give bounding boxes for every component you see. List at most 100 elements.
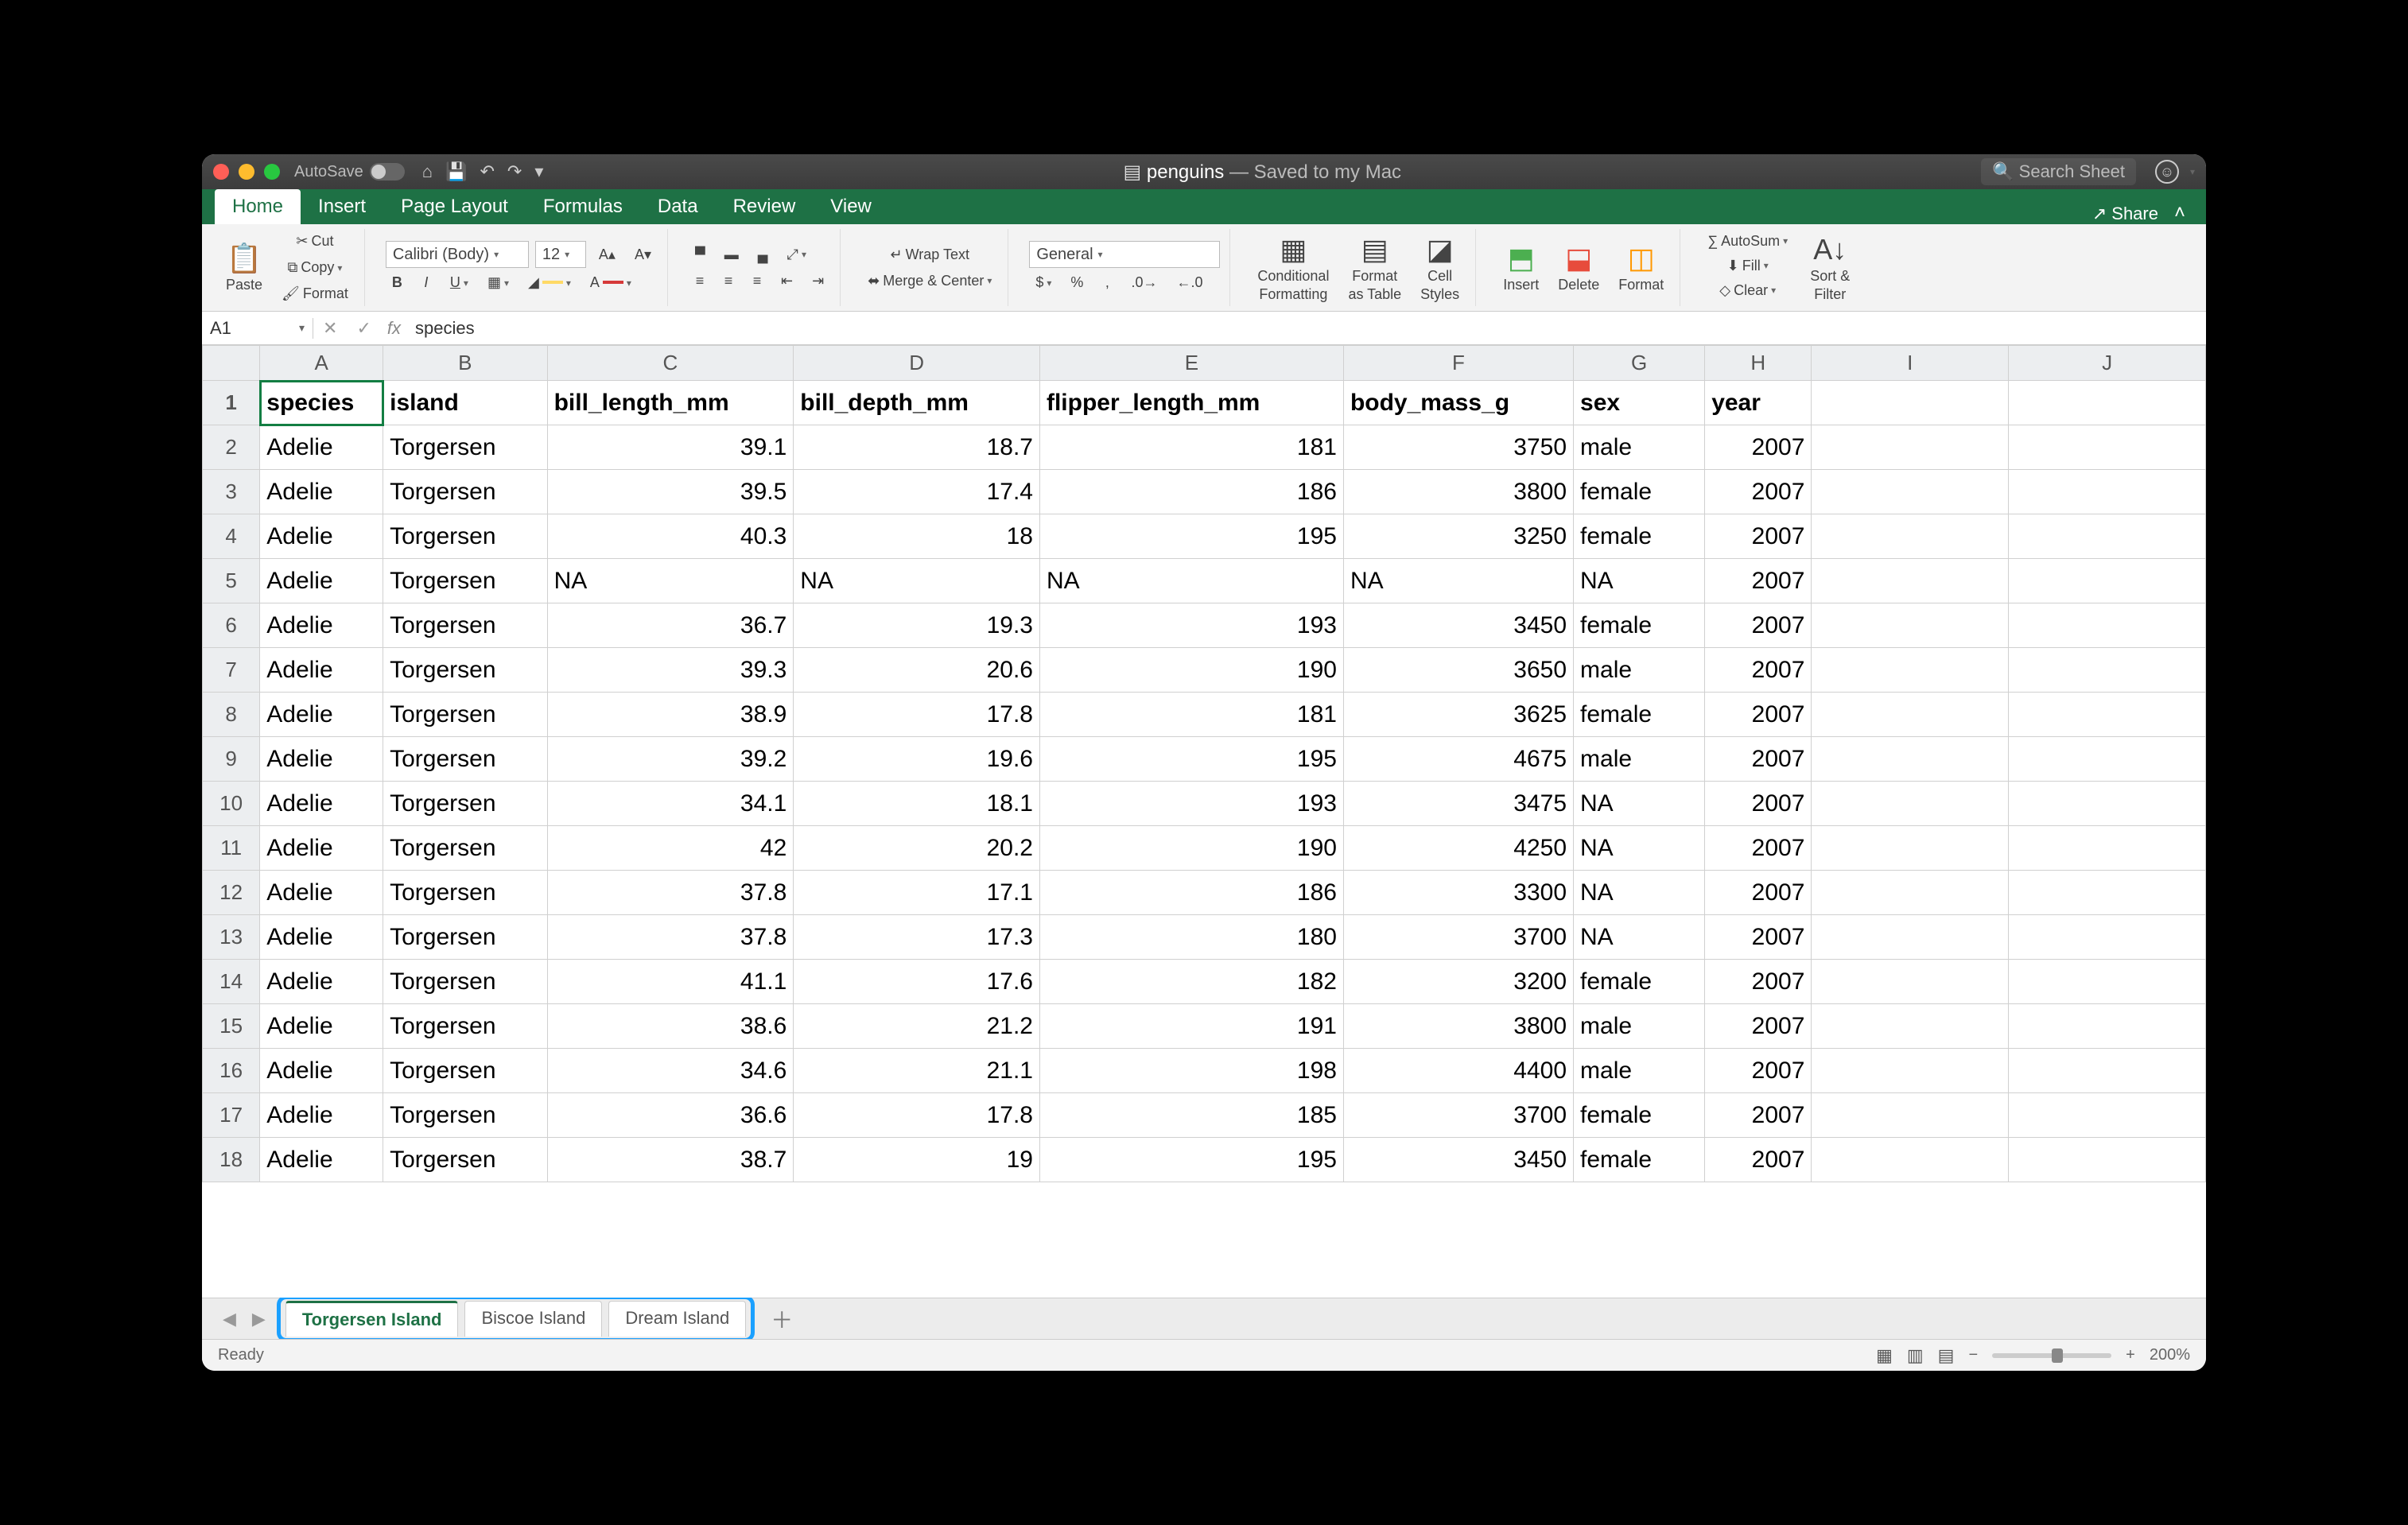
cell[interactable]: 2007 xyxy=(1705,782,1812,826)
column-header-B[interactable]: B xyxy=(383,346,547,381)
cell[interactable]: female xyxy=(1574,514,1705,559)
cell[interactable] xyxy=(1812,1138,2009,1182)
cell[interactable]: 181 xyxy=(1039,693,1343,737)
column-header-J[interactable]: J xyxy=(2009,346,2206,381)
cell[interactable]: 18.7 xyxy=(794,425,1040,470)
close-icon[interactable] xyxy=(213,164,229,180)
italic-button[interactable]: I xyxy=(415,271,437,294)
cell[interactable] xyxy=(2009,470,2206,514)
cell[interactable]: 2007 xyxy=(1705,648,1812,693)
cell[interactable]: 2007 xyxy=(1705,559,1812,603)
increase-font-button[interactable]: A▴ xyxy=(592,243,622,266)
cell[interactable] xyxy=(2009,693,2206,737)
cell[interactable]: female xyxy=(1574,1138,1705,1182)
cell[interactable]: 2007 xyxy=(1705,1093,1812,1138)
normal-view-icon[interactable]: ▦ xyxy=(1876,1345,1893,1366)
ribbon-tab-formulas[interactable]: Formulas xyxy=(526,189,640,224)
cell[interactable]: 2007 xyxy=(1705,1138,1812,1182)
cell[interactable] xyxy=(2009,603,2206,648)
sheet-tab-biscoe-island[interactable]: Biscoe Island xyxy=(464,1301,602,1337)
cell[interactable]: Adelie xyxy=(260,1093,383,1138)
cell[interactable]: 38.9 xyxy=(547,693,794,737)
sheet-nav-prev-icon[interactable]: ◀ xyxy=(218,1309,241,1329)
cell[interactable]: 17.6 xyxy=(794,960,1040,1004)
cell[interactable]: 20.6 xyxy=(794,648,1040,693)
cell[interactable]: NA xyxy=(1574,915,1705,960)
decrease-decimal-button[interactable]: ←.0 xyxy=(1170,271,1209,294)
ribbon-tab-view[interactable]: View xyxy=(813,189,889,224)
cell[interactable]: NA xyxy=(1574,826,1705,871)
cell[interactable]: female xyxy=(1574,470,1705,514)
cell[interactable]: 3200 xyxy=(1343,960,1573,1004)
cell[interactable] xyxy=(2009,1093,2206,1138)
sheet-nav-next-icon[interactable]: ▶ xyxy=(247,1309,270,1329)
cell[interactable]: Torgersen xyxy=(383,1049,547,1093)
cell[interactable]: Torgersen xyxy=(383,514,547,559)
cell[interactable]: 36.7 xyxy=(547,603,794,648)
cell[interactable]: Adelie xyxy=(260,603,383,648)
cell[interactable]: 37.8 xyxy=(547,915,794,960)
cell[interactable]: Torgersen xyxy=(383,470,547,514)
decrease-indent-button[interactable]: ⇤ xyxy=(775,270,799,293)
cell[interactable]: NA xyxy=(547,559,794,603)
row-header[interactable]: 6 xyxy=(203,603,260,648)
cell[interactable]: 18 xyxy=(794,514,1040,559)
row-header[interactable]: 18 xyxy=(203,1138,260,1182)
cell[interactable]: 186 xyxy=(1039,871,1343,915)
cell[interactable]: 2007 xyxy=(1705,514,1812,559)
copy-button[interactable]: ⧉Copy▾ xyxy=(275,256,355,279)
cell[interactable]: Adelie xyxy=(260,1138,383,1182)
redo-icon[interactable]: ↷ xyxy=(507,161,522,182)
column-header-E[interactable]: E xyxy=(1039,346,1343,381)
cell[interactable] xyxy=(1812,1049,2009,1093)
spreadsheet-grid[interactable]: ABCDEFGHIJ 1speciesislandbill_length_mmb… xyxy=(202,345,2206,1298)
cell[interactable]: Torgersen xyxy=(383,1138,547,1182)
cell[interactable] xyxy=(2009,826,2206,871)
cell[interactable]: Adelie xyxy=(260,826,383,871)
header-cell[interactable]: species xyxy=(260,381,383,425)
cell[interactable]: Adelie xyxy=(260,871,383,915)
paste-button[interactable]: 📋 Paste xyxy=(219,239,269,297)
cell[interactable]: male xyxy=(1574,1049,1705,1093)
cell-styles-button[interactable]: ◪CellStyles xyxy=(1414,230,1466,306)
cell[interactable] xyxy=(2009,871,2206,915)
cell[interactable]: NA xyxy=(1574,871,1705,915)
cell[interactable]: 195 xyxy=(1039,1138,1343,1182)
cell[interactable] xyxy=(2009,782,2206,826)
row-header[interactable]: 16 xyxy=(203,1049,260,1093)
cell[interactable]: 3450 xyxy=(1343,1138,1573,1182)
row-header[interactable]: 5 xyxy=(203,559,260,603)
cell[interactable]: 2007 xyxy=(1705,693,1812,737)
column-header-C[interactable]: C xyxy=(547,346,794,381)
fill-button[interactable]: ⬇Fill▾ xyxy=(1701,254,1794,277)
cell[interactable]: Torgersen xyxy=(383,871,547,915)
cell[interactable]: NA xyxy=(1574,559,1705,603)
cell[interactable]: 34.1 xyxy=(547,782,794,826)
select-all-corner[interactable] xyxy=(203,346,260,381)
column-header-H[interactable]: H xyxy=(1705,346,1812,381)
cell[interactable]: male xyxy=(1574,425,1705,470)
sheet-tab-dream-island[interactable]: Dream Island xyxy=(608,1301,746,1337)
row-header[interactable]: 12 xyxy=(203,871,260,915)
font-size-select[interactable]: 12▾ xyxy=(535,241,586,268)
row-header[interactable]: 10 xyxy=(203,782,260,826)
cell[interactable]: 191 xyxy=(1039,1004,1343,1049)
format-cells-button[interactable]: ◫Format xyxy=(1612,239,1670,297)
autosave-toggle[interactable]: AutoSave xyxy=(294,163,405,181)
orientation-button[interactable]: ⤢▾ xyxy=(781,243,813,266)
ribbon-tab-review[interactable]: Review xyxy=(716,189,814,224)
cell[interactable] xyxy=(2009,1138,2206,1182)
cell[interactable] xyxy=(1812,960,2009,1004)
border-button[interactable]: ▦▾ xyxy=(481,271,515,294)
zoom-out-button[interactable]: − xyxy=(1968,1346,1978,1364)
undo-icon[interactable]: ↶ xyxy=(480,161,494,182)
currency-button[interactable]: $▾ xyxy=(1029,271,1058,294)
cell[interactable]: male xyxy=(1574,648,1705,693)
cell[interactable]: 38.6 xyxy=(547,1004,794,1049)
conditional-formatting-button[interactable]: ▦ConditionalFormatting xyxy=(1251,230,1335,306)
autosum-button[interactable]: ∑AutoSum▾ xyxy=(1701,230,1794,253)
row-header[interactable]: 8 xyxy=(203,693,260,737)
ribbon-tab-home[interactable]: Home xyxy=(215,189,301,224)
cell[interactable]: Torgersen xyxy=(383,559,547,603)
cell[interactable]: 2007 xyxy=(1705,1049,1812,1093)
